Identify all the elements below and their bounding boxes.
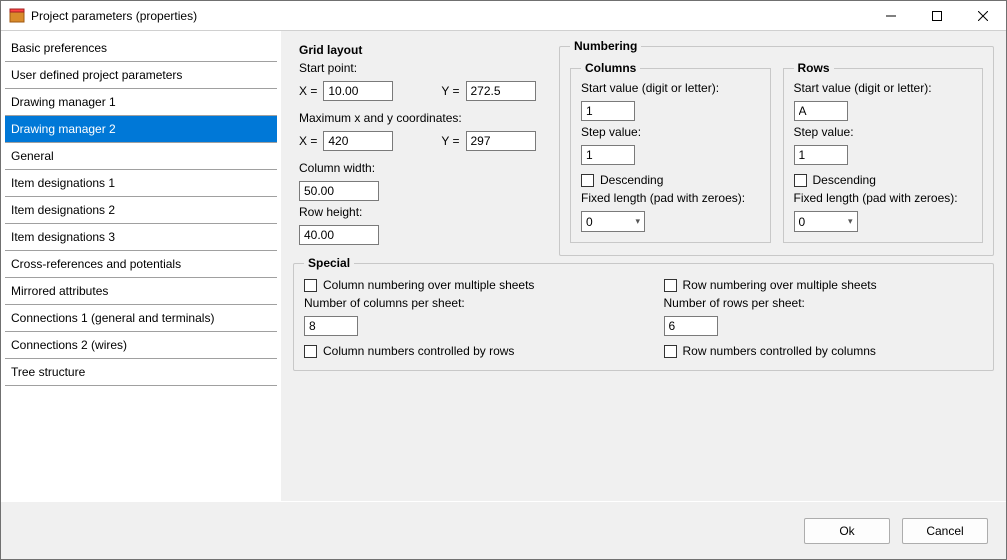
checkbox-icon: [581, 174, 594, 187]
rows-title: Rows: [794, 61, 834, 75]
row-descending-checkbox[interactable]: Descending: [794, 173, 973, 187]
sidebar-item[interactable]: Drawing manager 1: [5, 89, 277, 116]
col-multi-label: Column numbering over multiple sheets: [323, 278, 534, 292]
grid-title: Grid layout: [299, 43, 543, 57]
rows-per-input[interactable]: [664, 316, 718, 336]
max-label: Maximum x and y coordinates:: [299, 111, 543, 125]
row-start-input[interactable]: [794, 101, 848, 121]
checkbox-icon: [304, 279, 317, 292]
row-start-label: Start value (digit or letter):: [794, 81, 973, 95]
col-step-input[interactable]: [581, 145, 635, 165]
sidebar-item[interactable]: Cross-references and potentials: [5, 251, 277, 278]
y-label: Y =: [441, 84, 459, 98]
row-multi-checkbox[interactable]: Row numbering over multiple sheets: [664, 278, 984, 292]
colw-label: Column width:: [299, 161, 543, 175]
start-y-input[interactable]: [466, 81, 536, 101]
sidebar-item[interactable]: Item designations 3: [5, 224, 277, 251]
max-y-input[interactable]: [466, 131, 536, 151]
x-label-2: X =: [299, 134, 317, 148]
columns-title: Columns: [581, 61, 640, 75]
row-multi-label: Row numbering over multiple sheets: [683, 278, 877, 292]
col-desc-label: Descending: [600, 173, 663, 187]
col-start-label: Start value (digit or letter):: [581, 81, 760, 95]
ok-button[interactable]: Ok: [804, 518, 890, 544]
titlebar: Project parameters (properties): [1, 1, 1006, 31]
sidebar-item[interactable]: Item designations 2: [5, 197, 277, 224]
window: Project parameters (properties) Basic pr…: [0, 0, 1007, 560]
sidebar-item[interactable]: Mirrored attributes: [5, 278, 277, 305]
sidebar-item[interactable]: General: [5, 143, 277, 170]
row-by-cols-checkbox[interactable]: Row numbers controlled by columns: [664, 344, 984, 358]
sidebar-item[interactable]: Item designations 1: [5, 170, 277, 197]
col-descending-checkbox[interactable]: Descending: [581, 173, 760, 187]
sidebar-item[interactable]: User defined project parameters: [5, 62, 277, 89]
col-multi-checkbox[interactable]: Column numbering over multiple sheets: [304, 278, 624, 292]
y-label-2: Y =: [441, 134, 459, 148]
col-fixed-label: Fixed length (pad with zeroes):: [581, 191, 760, 205]
sidebar-item[interactable]: Basic preferences: [5, 35, 277, 62]
special-title: Special: [304, 256, 354, 270]
numbering-title: Numbering: [570, 39, 641, 53]
col-step-label: Step value:: [581, 125, 760, 139]
columns-group: Columns Start value (digit or letter): S…: [570, 61, 771, 243]
start-point-label: Start point:: [299, 61, 543, 75]
rowh-label: Row height:: [299, 205, 543, 219]
col-by-rows-label: Column numbers controlled by rows: [323, 344, 514, 358]
row-step-label: Step value:: [794, 125, 973, 139]
sidebar-item[interactable]: Connections 1 (general and terminals): [5, 305, 277, 332]
checkbox-icon: [664, 345, 677, 358]
col-by-rows-checkbox[interactable]: Column numbers controlled by rows: [304, 344, 624, 358]
row-step-input[interactable]: [794, 145, 848, 165]
max-x-input[interactable]: [323, 131, 393, 151]
close-button[interactable]: [960, 1, 1006, 30]
window-title: Project parameters (properties): [31, 9, 868, 23]
chevron-down-icon: ▾: [848, 216, 853, 227]
cancel-button[interactable]: Cancel: [902, 518, 988, 544]
row-fixed-label: Fixed length (pad with zeroes):: [794, 191, 973, 205]
row-fixed-value: 0: [799, 215, 806, 229]
grid-layout-panel: Grid layout Start point: X = Y = Maximum…: [293, 39, 549, 256]
checkbox-icon: [664, 279, 677, 292]
checkbox-icon: [304, 345, 317, 358]
sidebar-item[interactable]: Drawing manager 2: [5, 116, 277, 143]
sidebar-item[interactable]: Connections 2 (wires): [5, 332, 277, 359]
row-by-cols-label: Row numbers controlled by columns: [683, 344, 876, 358]
main-panel: Grid layout Start point: X = Y = Maximum…: [281, 31, 1006, 501]
checkbox-icon: [794, 174, 807, 187]
col-fixed-select[interactable]: 0 ▾: [581, 211, 645, 232]
sidebar: Basic preferencesUser defined project pa…: [1, 31, 281, 501]
cols-per-input[interactable]: [304, 316, 358, 336]
special-group: Special Column numbering over multiple s…: [293, 256, 994, 371]
sidebar-item[interactable]: Tree structure: [5, 359, 277, 386]
col-width-input[interactable]: [299, 181, 379, 201]
maximize-button[interactable]: [914, 1, 960, 30]
row-fixed-select[interactable]: 0 ▾: [794, 211, 858, 232]
col-fixed-value: 0: [586, 215, 593, 229]
rows-per-label: Number of rows per sheet:: [664, 296, 984, 310]
minimize-button[interactable]: [868, 1, 914, 30]
start-x-input[interactable]: [323, 81, 393, 101]
chevron-down-icon: ▾: [635, 216, 640, 227]
col-start-input[interactable]: [581, 101, 635, 121]
row-desc-label: Descending: [813, 173, 876, 187]
footer: Ok Cancel: [1, 501, 1006, 559]
x-label: X =: [299, 84, 317, 98]
row-height-input[interactable]: [299, 225, 379, 245]
numbering-group: Numbering Columns Start value (digit or …: [559, 39, 994, 256]
app-icon: [9, 8, 25, 24]
cols-per-label: Number of columns per sheet:: [304, 296, 624, 310]
rows-group: Rows Start value (digit or letter): Step…: [783, 61, 984, 243]
